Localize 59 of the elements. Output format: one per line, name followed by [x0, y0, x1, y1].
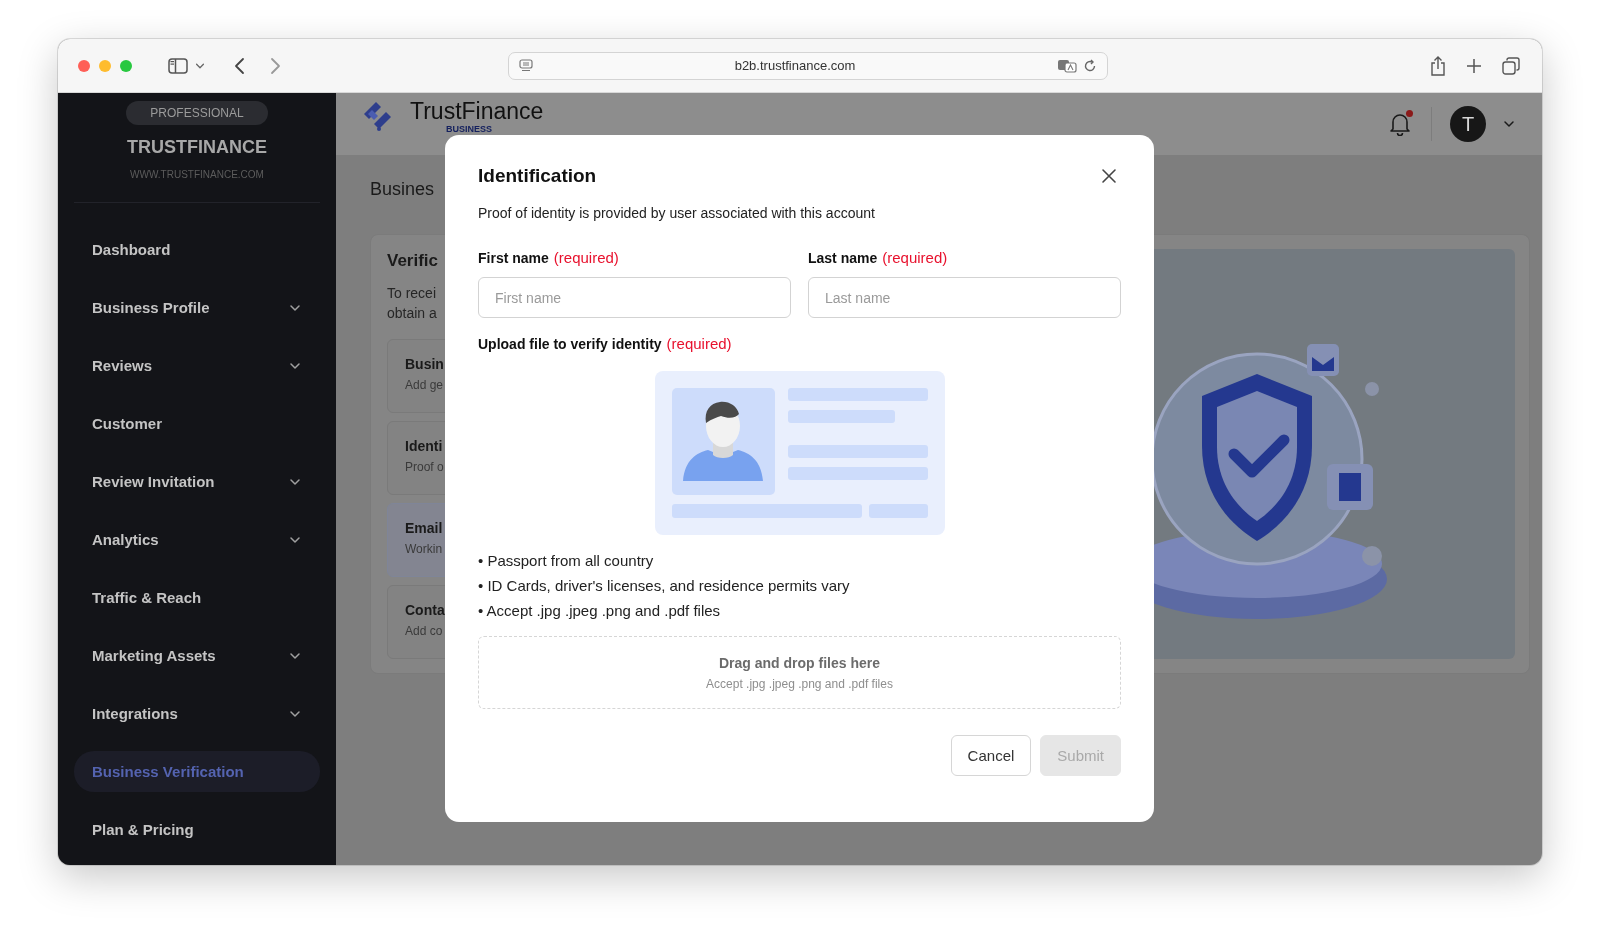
- translate-icon[interactable]: [1057, 58, 1077, 73]
- step-title: Email: [405, 520, 443, 536]
- section-title: Verific: [387, 251, 439, 271]
- tabs-overview-icon[interactable]: [1502, 56, 1520, 75]
- bell-icon: [1389, 112, 1411, 136]
- nav-item[interactable]: Customer: [74, 403, 320, 444]
- intro-text: obtain a: [387, 304, 437, 323]
- field-label: First name: [478, 250, 549, 266]
- dialog-title: Identification: [478, 165, 597, 187]
- step-title: Conta: [405, 602, 445, 618]
- reload-icon[interactable]: [1083, 58, 1097, 73]
- nav-item[interactable]: Reviews: [74, 345, 320, 386]
- logo-text: TrustFinance: [410, 98, 544, 124]
- field-label: Upload file to verify identity: [478, 336, 662, 352]
- requirement-text: • ID Cards, driver's licenses, and residence permits vary: [478, 577, 851, 594]
- text-field[interactable]: Last name: [808, 277, 1121, 318]
- window-close-button[interactable]: [78, 59, 90, 72]
- plan-badge: PROFESSIONAL: [126, 101, 268, 125]
- page-title: Busines: [370, 179, 436, 200]
- file-dropzone[interactable]: Drag and drop files here Accept .jpg .jpeg .png and .pdf files: [478, 636, 1121, 709]
- field-label: Last name: [808, 250, 878, 266]
- notifications-button[interactable]: [1387, 110, 1413, 138]
- close-button[interactable]: [1099, 166, 1119, 186]
- nav-item[interactable]: Dashboard: [74, 229, 320, 270]
- share-icon[interactable]: [1430, 55, 1446, 76]
- back-icon[interactable]: [234, 56, 246, 75]
- url-text: b2b.trustfinance.com: [733, 58, 857, 73]
- requirement-text: • Passport from all country: [478, 552, 655, 569]
- logo-subtext: BUSINESS: [446, 124, 493, 134]
- step-description: Workin: [405, 542, 443, 556]
- dialog-description: Proof of identity is provided by user associated with this account: [478, 205, 876, 221]
- nav-item[interactable]: Review Invitation: [74, 461, 320, 502]
- required-note: (required): [882, 249, 948, 266]
- step-title: Busin: [405, 356, 444, 372]
- required-note: (required): [553, 249, 619, 266]
- nav-item[interactable]: Marketing Assets: [74, 635, 320, 676]
- step-description: Proof o: [405, 460, 444, 474]
- sidebar-toggle-icon[interactable]: [168, 57, 188, 74]
- forward-icon[interactable]: [269, 56, 281, 75]
- nav-item[interactable]: Business Profile: [74, 287, 320, 328]
- nav-item[interactable]: Analytics: [74, 519, 320, 560]
- website-text: WWW.TRUSTFINANCE.COM: [130, 169, 264, 180]
- new-tab-icon[interactable]: [1466, 57, 1482, 74]
- required-note: (required): [666, 335, 732, 352]
- cancel-button[interactable]: Cancel: [950, 735, 1032, 776]
- step-description: Add co: [405, 624, 443, 638]
- avatar[interactable]: T: [1450, 106, 1486, 142]
- nav-item[interactable]: Traffic & Reach: [74, 577, 320, 618]
- brand-name: TRUSTFINANCE: [127, 137, 267, 158]
- text-field[interactable]: First name: [478, 277, 791, 318]
- page-icon: [519, 58, 533, 73]
- nav-item[interactable]: Integrations: [74, 693, 320, 734]
- nav-item[interactable]: Plan & Pricing: [74, 809, 320, 850]
- close-icon: [1101, 168, 1117, 184]
- address-bar[interactable]: b2b.trustfinance.com: [508, 51, 1108, 80]
- step-title: Identi: [405, 438, 443, 454]
- requirement-text: • Accept .jpg .jpeg .png and .pdf files: [478, 602, 722, 619]
- step-description: Add ge: [405, 378, 444, 392]
- intro-text: To recei: [387, 284, 437, 303]
